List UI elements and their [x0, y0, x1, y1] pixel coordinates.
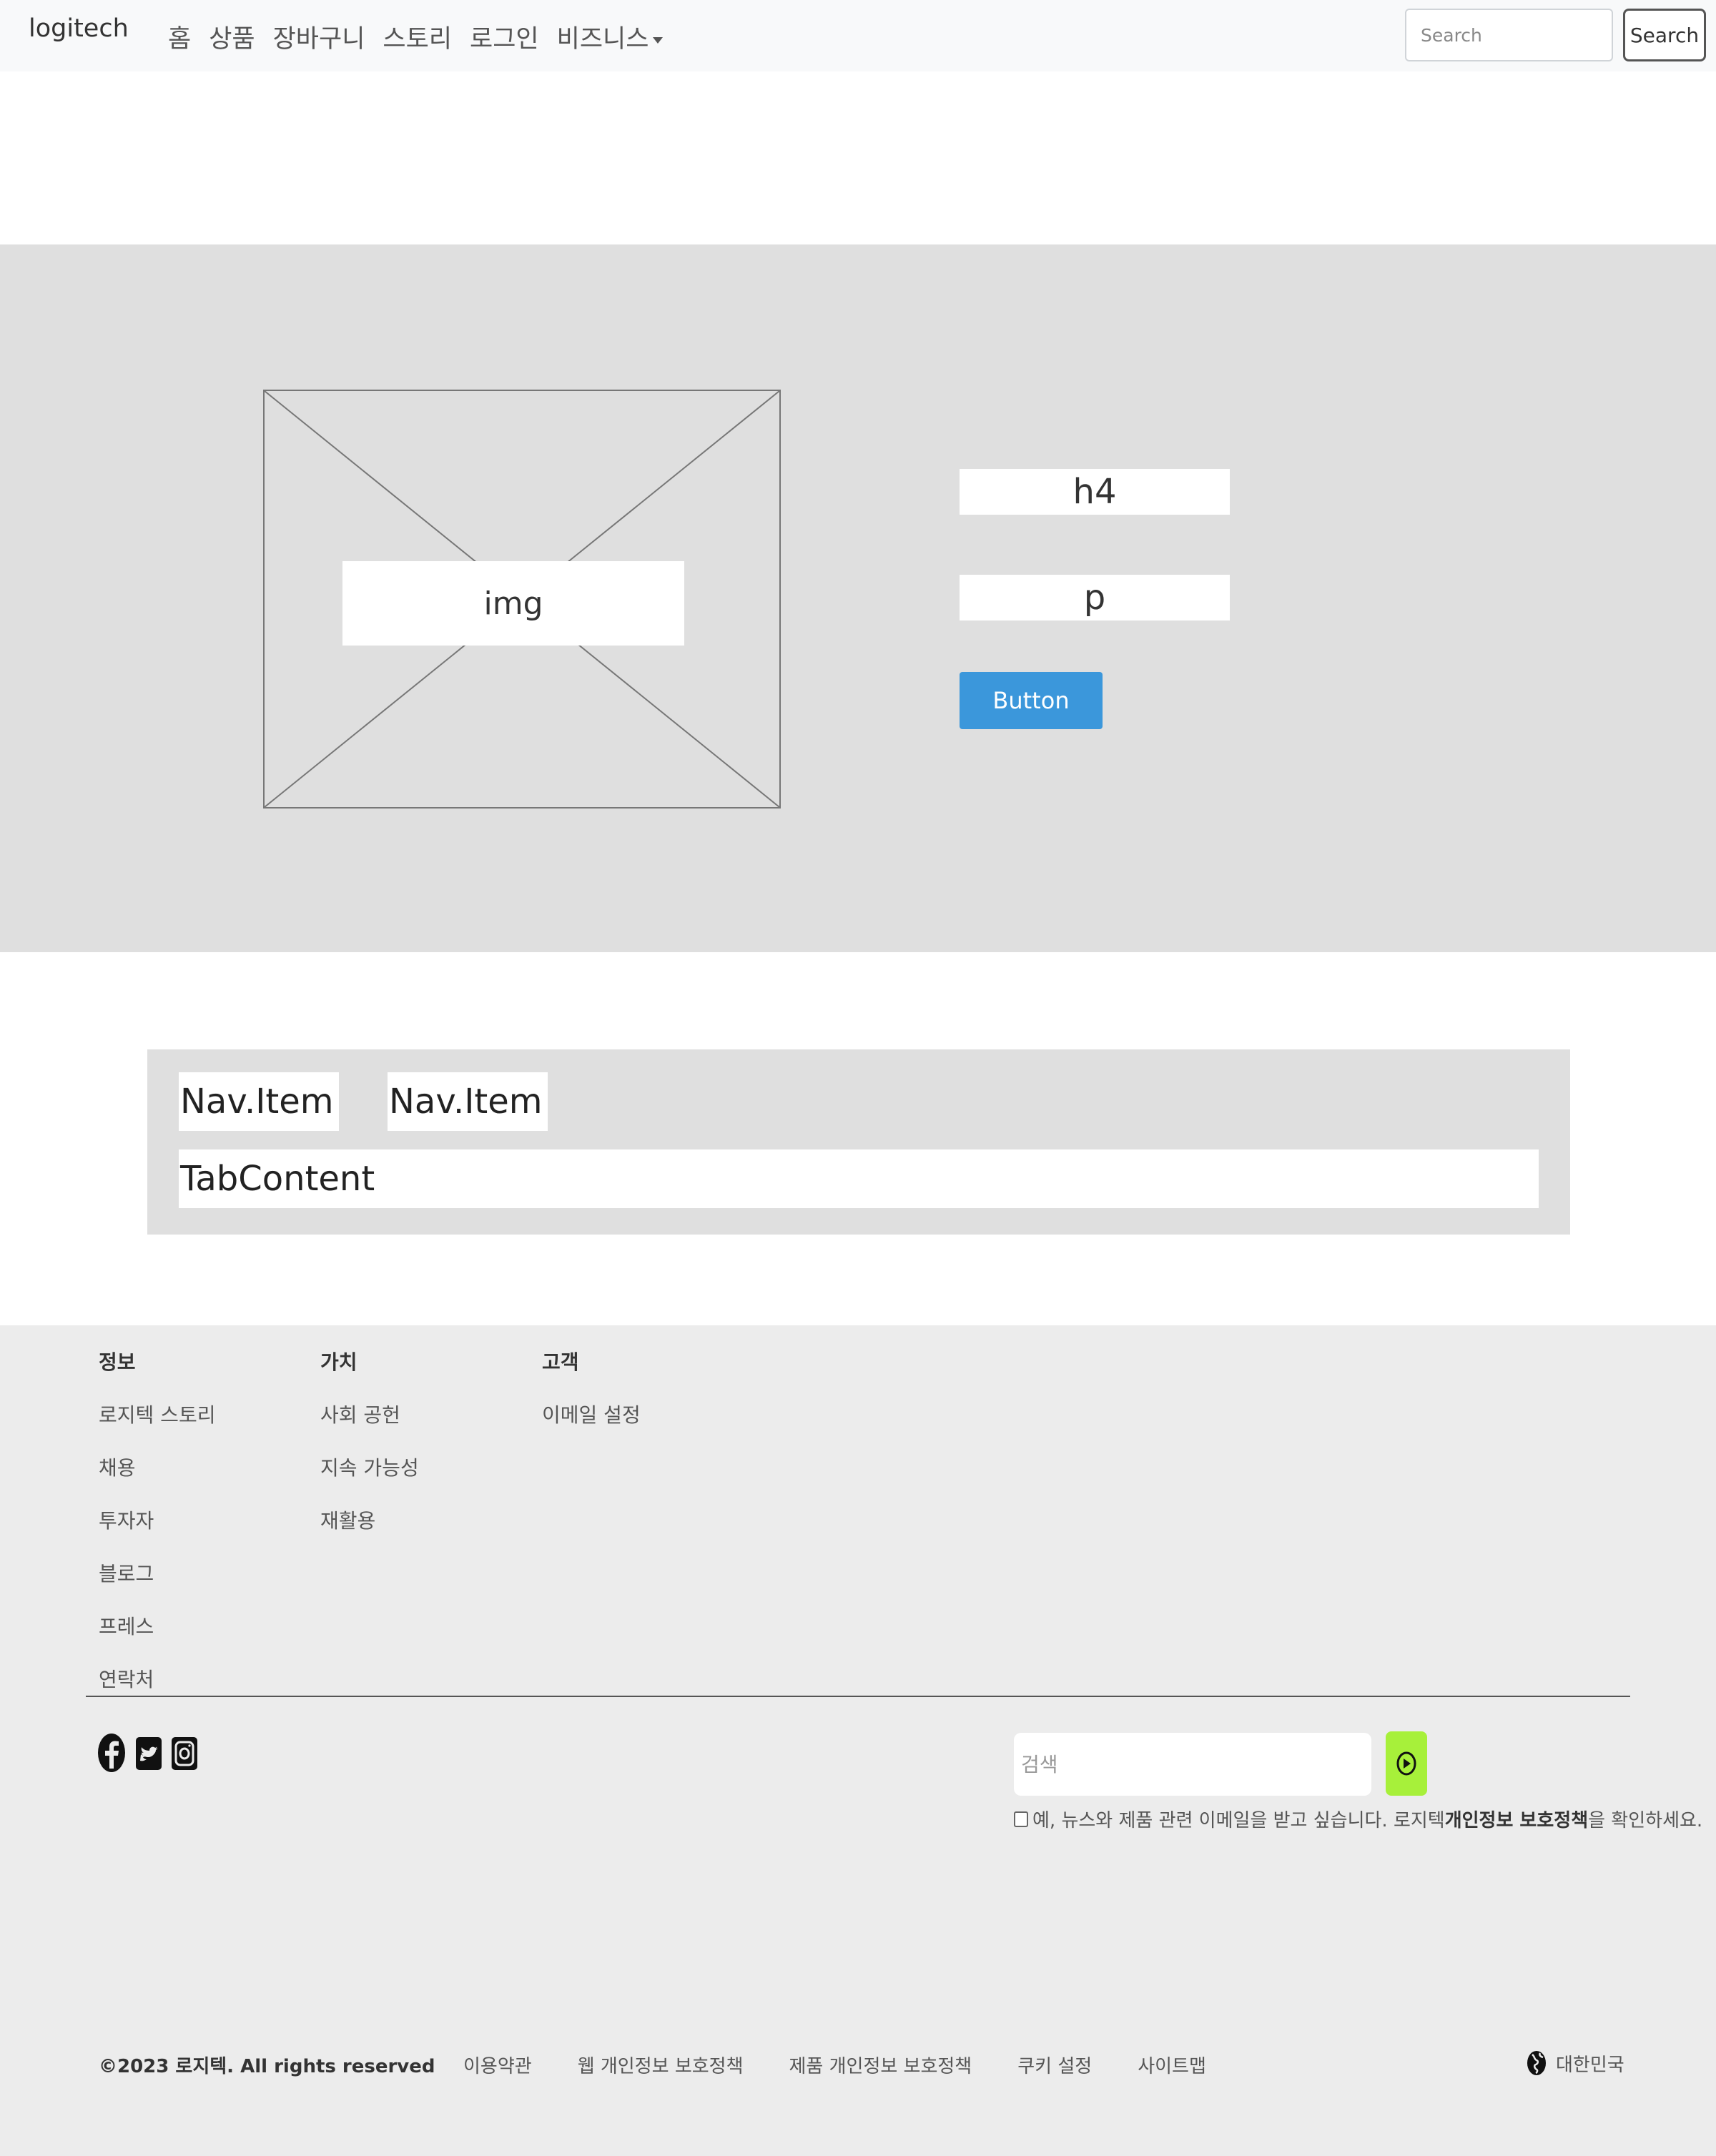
terms-link[interactable]: 이용약관 [463, 2052, 532, 2078]
newsletter-email-input[interactable] [1014, 1733, 1371, 1796]
tab-nav-item-1[interactable]: Nav.Item [179, 1072, 339, 1131]
newsletter-consent: 예, 뉴스와 제품 관련 이메일을 받고 싶습니다. 로지텍 개인정보 보호정책… [1014, 1806, 1702, 1832]
nav-link-cart[interactable]: 장바구니 [273, 19, 365, 55]
facebook-icon[interactable] [97, 1733, 126, 1773]
social-links [97, 1733, 197, 1773]
footer: 정보 로지텍 스토리 채용 투자자 블로그 프레스 연락처 가치 사회 공헌 지… [0, 1325, 1716, 2156]
tab-nav-item-2[interactable]: Nav.Item [388, 1072, 548, 1131]
footer-divider [86, 1696, 1630, 1697]
footer-column-info: 정보 로지텍 스토리 채용 투자자 블로그 프레스 연락처 [99, 1347, 215, 1717]
footer-link[interactable]: 투자자 [99, 1505, 215, 1534]
footer-link[interactable]: 블로그 [99, 1558, 215, 1587]
footer-link[interactable]: 사회 공헌 [320, 1400, 419, 1428]
footer-link[interactable]: 재활용 [320, 1505, 419, 1534]
nav-dropdown-business[interactable]: 비즈니스 [557, 19, 664, 55]
consent-text-suffix: 을 확인하세요. [1588, 1810, 1703, 1831]
footer-link[interactable]: 채용 [99, 1453, 215, 1481]
consent-checkbox[interactable] [1014, 1811, 1028, 1827]
primary-button[interactable]: Button [960, 672, 1103, 729]
footer-link[interactable]: 프레스 [99, 1611, 215, 1640]
globe-icon [1527, 2051, 1546, 2075]
nav-link-story[interactable]: 스토리 [383, 19, 452, 55]
newsletter-submit-button[interactable] [1386, 1731, 1427, 1796]
footer-column-heading: 고객 [542, 1350, 579, 1374]
image-placeholder: img [263, 390, 781, 808]
footer-column-values: 가치 사회 공헌 지속 가능성 재활용 [320, 1347, 419, 1558]
legal-links: 이용약관 웹 개인정보 보호정책 제품 개인정보 보호정책 쿠키 설정 사이트맵 [463, 2052, 1206, 2078]
sitemap-link[interactable]: 사이트맵 [1138, 2052, 1206, 2078]
footer-link[interactable]: 연락처 [99, 1664, 215, 1693]
search-input[interactable] [1405, 9, 1613, 61]
tabs-section: Nav.Item Nav.Item TabContent [147, 1049, 1570, 1235]
web-privacy-link[interactable]: 웹 개인정보 보호정책 [578, 2052, 744, 2078]
nav-link-login[interactable]: 로그인 [470, 19, 539, 55]
nav-link-products[interactable]: 상품 [209, 19, 255, 55]
instagram-icon[interactable] [172, 1733, 197, 1773]
footer-link[interactable]: 이메일 설정 [542, 1400, 641, 1428]
hero-section: img h4 p Button [0, 244, 1716, 952]
nav-links: 홈 상품 장바구니 스토리 로그인 비즈니스 [168, 19, 664, 55]
region-selector[interactable]: 대한민국 [1526, 2049, 1624, 2077]
footer-link[interactable]: 지속 가능성 [320, 1453, 419, 1481]
cookie-settings-link[interactable]: 쿠키 설정 [1017, 2052, 1092, 2078]
nav-dropdown-label: 비즈니스 [556, 25, 649, 54]
tab-content: TabContent [179, 1149, 1539, 1208]
copyright-text: ©2023 로지텍. All rights reserved [99, 2056, 435, 2077]
heading-placeholder: h4 [960, 469, 1230, 515]
footer-column-heading: 가치 [320, 1350, 358, 1374]
twitter-icon[interactable] [136, 1733, 162, 1773]
privacy-policy-link[interactable]: 개인정보 보호정책 [1445, 1806, 1588, 1832]
consent-text-prefix: 예, 뉴스와 제품 관련 이메일을 받고 싶습니다. 로지텍 [1032, 1810, 1445, 1831]
footer-column-heading: 정보 [99, 1350, 136, 1374]
image-placeholder-label: img [342, 561, 684, 646]
search-button[interactable]: Search [1623, 9, 1706, 61]
play-circle-icon [1396, 1751, 1416, 1776]
footer-column-customer: 고객 이메일 설정 [542, 1347, 641, 1453]
footer-link[interactable]: 로지텍 스토리 [99, 1400, 215, 1428]
brand-logo[interactable]: logitech [29, 14, 129, 43]
product-privacy-link[interactable]: 제품 개인정보 보호정책 [789, 2052, 972, 2078]
top-navbar: logitech 홈 상품 장바구니 스토리 로그인 비즈니스 Search [0, 0, 1716, 71]
nav-link-home[interactable]: 홈 [168, 19, 191, 55]
region-label: 대한민국 [1556, 2054, 1624, 2076]
paragraph-placeholder: p [960, 575, 1230, 620]
caret-down-icon [653, 36, 664, 44]
